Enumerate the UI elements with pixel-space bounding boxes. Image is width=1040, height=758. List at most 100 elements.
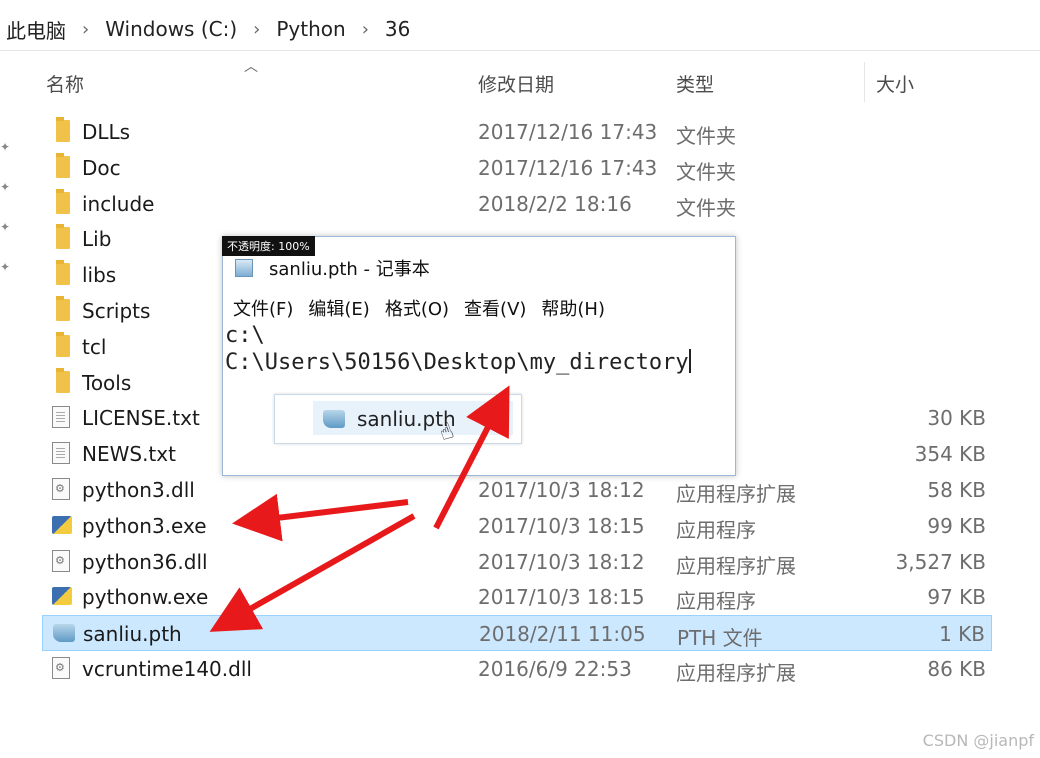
folder-icon xyxy=(56,367,70,393)
file-name: vcruntime140.dll xyxy=(82,657,252,681)
file-date: 2017/10/3 18:12 xyxy=(478,478,645,502)
folder-icon xyxy=(56,188,70,214)
file-row[interactable]: sanliu.pth 2018/2/11 11:05 PTH 文件 1 KB xyxy=(42,615,992,652)
file-type: 应用程序 xyxy=(676,517,756,542)
file-type: PTH 文件 xyxy=(677,626,763,651)
column-header-size[interactable]: 大小 xyxy=(876,70,914,97)
file-name: libs xyxy=(82,263,117,288)
python-exe-icon xyxy=(52,587,72,606)
pin-icon: ✦ xyxy=(0,140,11,154)
breadcrumb-item-python[interactable]: Python xyxy=(270,17,351,41)
watermark: CSDN @jianpf xyxy=(922,731,1034,750)
pth-file-icon xyxy=(53,624,75,643)
file-row[interactable]: python3.exe 2017/10/3 18:15 应用程序 99 KB xyxy=(42,508,992,544)
chevron-right-icon[interactable]: › xyxy=(72,19,99,40)
file-size: 354 KB xyxy=(914,442,986,467)
file-size: 86 KB xyxy=(927,657,986,681)
file-size: 3,527 KB xyxy=(895,549,986,574)
file-type: 文件夹 xyxy=(676,159,736,184)
file-name: include xyxy=(82,191,155,216)
breadcrumb-item-drive[interactable]: Windows (C:) xyxy=(99,17,243,41)
file-name: python36.dll xyxy=(82,549,208,574)
column-header-row: 名称 修改日期 类型 大小 xyxy=(0,66,1040,102)
file-name: Tools xyxy=(82,370,132,395)
file-size: 99 KB xyxy=(927,513,986,538)
file-name: tcl xyxy=(82,334,107,359)
pth-file-icon xyxy=(323,410,345,428)
column-header-type[interactable]: 类型 xyxy=(676,70,714,97)
file-name: python3.dll xyxy=(82,478,195,502)
file-row[interactable]: include 2018/2/2 18:16 文件夹 xyxy=(42,186,992,222)
pin-icon: ✦ xyxy=(0,220,11,234)
menu-file[interactable]: 文件(F) xyxy=(233,295,293,321)
drag-preview: sanliu.pth xyxy=(274,394,522,444)
file-type: 应用程序扩展 xyxy=(676,482,796,506)
text-cursor xyxy=(688,349,691,373)
file-date: 2016/6/9 22:53 xyxy=(478,657,632,681)
file-size: 97 KB xyxy=(927,585,986,610)
file-name: Lib xyxy=(82,227,112,252)
file-size: 30 KB xyxy=(927,406,986,431)
file-date: 2017/12/16 17:43 xyxy=(478,155,658,180)
file-name: Scripts xyxy=(82,299,151,323)
file-row[interactable]: vcruntime140.dll 2016/6/9 22:53 应用程序扩展 86 K… xyxy=(42,651,992,687)
file-row[interactable]: pythonw.exe 2017/10/3 18:15 应用程序 97 KB xyxy=(42,579,992,615)
file-name: NEWS.txt xyxy=(82,442,176,467)
python-exe-icon xyxy=(52,515,72,534)
file-name: sanliu.pth xyxy=(83,622,182,647)
folder-icon xyxy=(56,224,70,250)
file-date: 2017/10/3 18:12 xyxy=(478,549,645,574)
file-row[interactable]: Doc 2017/12/16 17:43 文件夹 xyxy=(42,150,992,186)
menu-view[interactable]: 查看(V) xyxy=(464,295,526,321)
file-type: 应用程序 xyxy=(676,589,756,614)
file-row[interactable]: python36.dll 2017/10/3 18:12 应用程序扩展 3,527 K… xyxy=(42,544,992,580)
breadcrumb: 此电脑 › Windows (C:) › Python › 36 xyxy=(0,8,1040,51)
file-size: 58 KB xyxy=(927,478,986,502)
file-date: 2018/2/2 18:16 xyxy=(478,191,632,216)
breadcrumb-item-this-pc[interactable]: 此电脑 xyxy=(0,15,72,44)
notepad-icon xyxy=(235,259,253,277)
dll-file-icon xyxy=(52,549,70,572)
file-name: LICENSE.txt xyxy=(82,406,200,431)
opacity-badge: 不透明度: 100% xyxy=(222,236,315,256)
folder-icon xyxy=(56,296,70,321)
file-type: 应用程序扩展 xyxy=(676,553,796,578)
file-date: 2017/10/3 18:15 xyxy=(478,585,645,610)
column-header-name[interactable]: 名称 xyxy=(46,70,84,97)
menu-edit[interactable]: 编辑(E) xyxy=(308,295,369,321)
file-row[interactable]: python3.dll 2017/10/3 18:12 应用程序扩展 58 KB xyxy=(42,472,992,508)
folder-icon xyxy=(56,152,70,178)
folder-icon xyxy=(56,117,70,142)
file-date: 2018/2/11 11:05 xyxy=(479,622,646,647)
file-size: 1 KB xyxy=(939,622,985,647)
file-type: 文件夹 xyxy=(676,124,736,148)
text-file-icon xyxy=(52,442,70,465)
file-name: python3.exe xyxy=(82,513,207,538)
pin-icon: ✦ xyxy=(0,260,11,274)
menu-format[interactable]: 格式(O) xyxy=(385,295,449,321)
file-row[interactable]: DLLs 2017/12/16 17:43 文件夹 xyxy=(42,114,992,150)
notepad-text-area[interactable]: c:\ C:\Users\50156\Desktop\my_directory xyxy=(225,323,691,376)
text-line: C:\Users\50156\Desktop\my_directory xyxy=(225,350,689,375)
menu-help[interactable]: 帮助(H) xyxy=(541,295,605,321)
column-divider[interactable] xyxy=(864,62,865,102)
file-date: 2017/12/16 17:43 xyxy=(478,120,658,144)
file-name: pythonw.exe xyxy=(82,585,209,610)
pin-icon: ✦ xyxy=(0,180,11,194)
text-line: c:\ xyxy=(225,323,265,348)
column-header-date[interactable]: 修改日期 xyxy=(478,70,554,97)
breadcrumb-item-36[interactable]: 36 xyxy=(379,17,416,41)
file-name: Doc xyxy=(82,155,121,180)
file-name: DLLs xyxy=(82,120,131,144)
text-file-icon xyxy=(52,406,70,429)
notepad-title: sanliu.pth - 记事本 xyxy=(269,259,430,280)
folder-icon xyxy=(56,260,70,286)
chevron-right-icon[interactable]: › xyxy=(352,19,379,40)
dll-file-icon xyxy=(52,478,70,500)
chevron-right-icon[interactable]: › xyxy=(243,19,270,40)
folder-icon xyxy=(56,331,70,357)
notepad-menu-bar: 文件(F) 编辑(E) 格式(O) 查看(V) 帮助(H) xyxy=(233,295,605,321)
dll-file-icon xyxy=(52,657,70,679)
file-date: 2017/10/3 18:15 xyxy=(478,513,645,538)
file-type: 文件夹 xyxy=(676,195,736,220)
